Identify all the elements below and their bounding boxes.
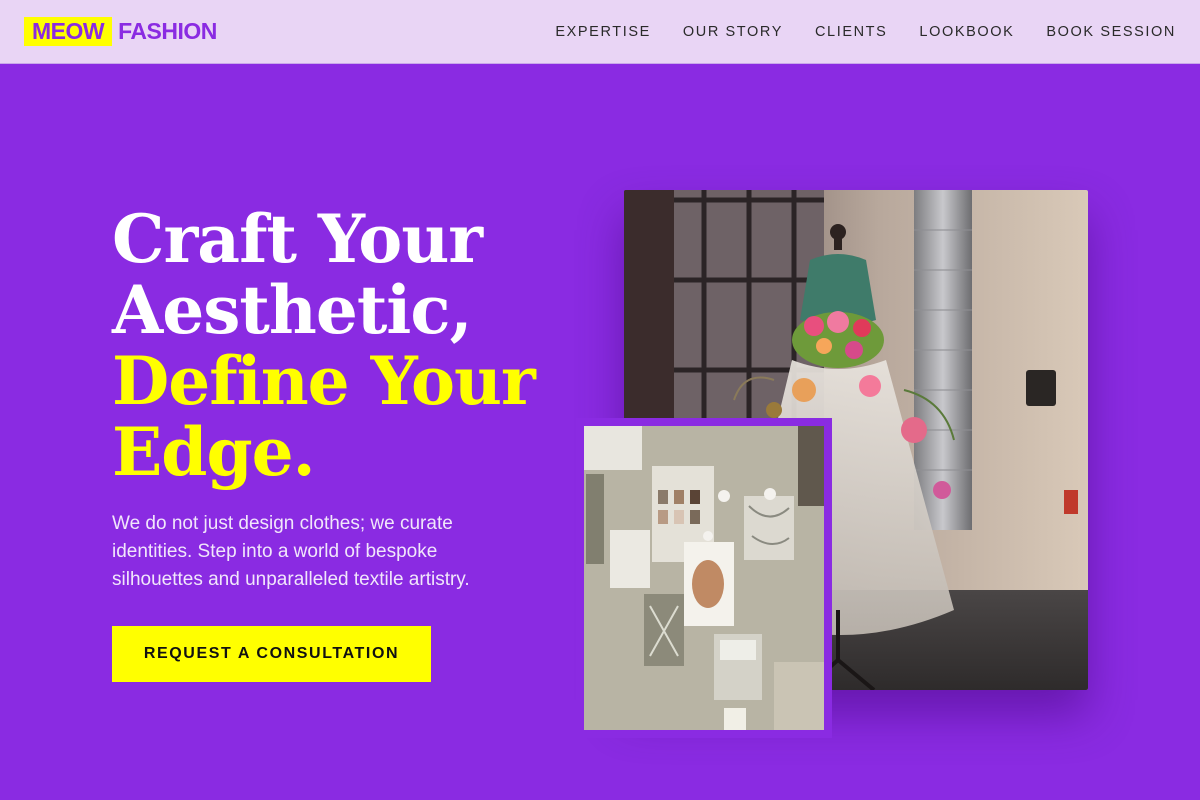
headline-line-1: Craft Your (112, 200, 483, 278)
brand-logo[interactable]: MEOW FASHION (24, 17, 217, 46)
request-consultation-button[interactable]: REQUEST A CONSULTATION (112, 626, 431, 682)
headline-line-4-accent: Edge. (112, 413, 316, 491)
logo-meow-text: MEOW (24, 17, 113, 46)
hero-description: We do not just design clothes; we curate… (112, 513, 470, 590)
top-navbar: MEOW FASHION EXPERTISE OUR STORY CLIENTS… (0, 0, 1200, 64)
nav-link-expertise[interactable]: EXPERTISE (555, 22, 651, 42)
nav-link-our-story[interactable]: OUR STORY (683, 22, 783, 42)
hero-headline: Craft Your Aesthetic, Define Your Edge. (112, 204, 572, 488)
headline-line-2: Aesthetic, (112, 271, 473, 349)
headline-line-3-accent: Define Your (112, 342, 536, 420)
nav-link-book-session[interactable]: BOOK SESSION (1046, 22, 1176, 42)
nav-link-lookbook[interactable]: LOOKBOOK (919, 22, 1014, 42)
moodboard-photo (576, 418, 832, 738)
nav-link-clients[interactable]: CLIENTS (815, 22, 887, 42)
main-menu: EXPERTISE OUR STORY CLIENTS LOOKBOOK BOO… (523, 22, 1176, 42)
logo-fashion-text: FASHION (118, 18, 217, 44)
